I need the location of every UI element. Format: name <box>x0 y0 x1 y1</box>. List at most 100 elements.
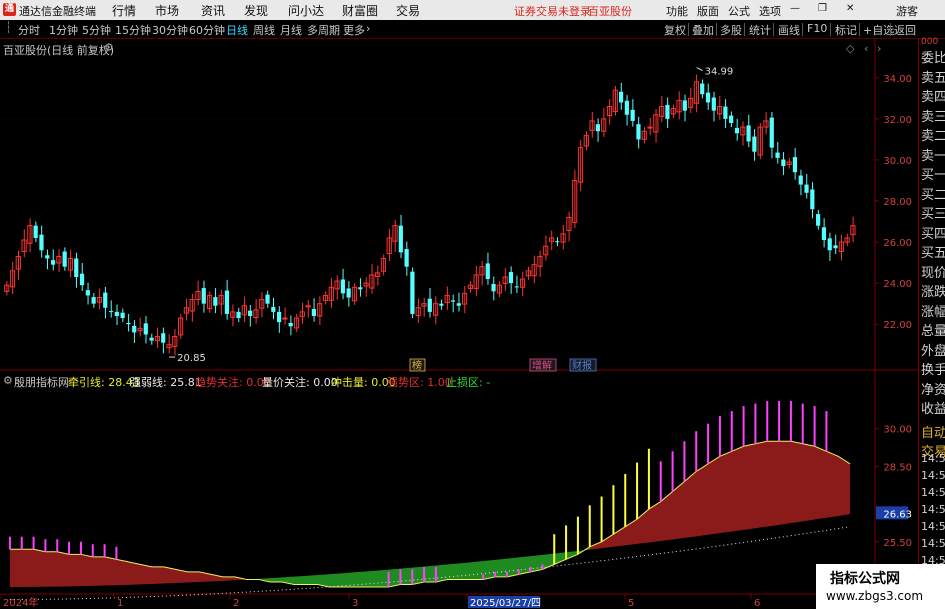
indicator-strong-zone: 强势区: 1.00 <box>387 376 452 389</box>
menu-caifuquan[interactable]: 财富圈 <box>342 2 378 19</box>
quote-label: 换手 <box>921 363 945 378</box>
btn-tongji[interactable]: 统计 <box>749 22 771 38</box>
indicator-tick-label: 25.50 <box>883 538 912 549</box>
candle-body <box>132 325 137 333</box>
candle-body <box>705 92 711 103</box>
date-tick-label: 2 <box>233 598 239 609</box>
candle-body <box>810 189 815 210</box>
candle-body <box>236 311 241 319</box>
candle-body <box>161 333 166 343</box>
divider <box>830 23 831 36</box>
divider <box>802 23 803 36</box>
candle-body <box>711 97 716 111</box>
menu-jiaoyi[interactable]: 交易 <box>396 2 420 19</box>
candle-body <box>114 311 119 316</box>
period-15min[interactable]: 15分钟 <box>115 22 151 38</box>
menu-hangqing[interactable]: 行情 <box>112 2 136 19</box>
candle-body <box>700 83 705 95</box>
candle-body <box>271 306 276 312</box>
app-title: 通达信金融终端 <box>19 5 96 18</box>
tick-time: 14:56 <box>921 520 945 533</box>
btn-diejia[interactable]: 叠加 <box>692 22 714 38</box>
tick-time: 14:56 <box>921 503 945 516</box>
tick-time: 14:56 <box>921 469 945 482</box>
candle-body <box>404 249 409 267</box>
period-monthly[interactable]: 月线 <box>280 22 302 38</box>
btn-duogu[interactable]: 多股 <box>720 22 742 38</box>
indicator-traction: 牵引线: 28.43 <box>68 376 140 389</box>
indicator-name[interactable]: 殷朋指标网 <box>14 374 69 390</box>
period-5min[interactable]: 5分钟 <box>82 22 111 38</box>
period-daily[interactable]: 日线 <box>226 22 248 38</box>
menu-faxian[interactable]: 发现 <box>244 2 268 19</box>
candle-body <box>39 234 44 251</box>
quote-label: 现价 <box>921 265 945 281</box>
chart-canvas[interactable]: 34.99 20.85 34.00 32.00 30.00 28.00 26.00 24.0… <box>0 39 918 609</box>
candle-body <box>120 312 125 319</box>
candle-body <box>734 127 740 134</box>
indicator-strength: 强弱线: 25.81 <box>130 376 202 389</box>
candle-body <box>508 272 514 284</box>
period-multi[interactable]: 多周期 <box>307 22 340 38</box>
period-1min[interactable]: 1分钟 <box>49 22 78 38</box>
btn-gongneng[interactable]: 功能 <box>666 3 688 19</box>
stock-name-link[interactable]: 百亚股份 <box>588 3 632 19</box>
period-weekly[interactable]: 周线 <box>253 22 275 38</box>
menu-zixun[interactable]: 资讯 <box>201 2 225 19</box>
quote-label: 买五 <box>921 246 945 261</box>
menu-handle-icon[interactable]: ┆ <box>5 21 12 34</box>
minimize-icon[interactable]: — <box>790 3 800 14</box>
watermark: 指标公式网 www.zbgs3.com <box>816 564 945 609</box>
candle-body <box>45 255 50 259</box>
candle-body <box>427 298 432 312</box>
candle-body <box>62 251 67 267</box>
quote-label: 卖五 <box>921 70 945 86</box>
divider <box>773 23 774 36</box>
candle-body <box>491 283 496 292</box>
restore-icon[interactable]: ❐ <box>818 3 827 14</box>
btn-gongshi[interactable]: 公式 <box>728 3 750 19</box>
divider <box>859 23 860 36</box>
period-60min[interactable]: 60分钟 <box>189 22 225 38</box>
close-icon[interactable]: ✕ <box>846 3 854 14</box>
high-marker <box>696 67 703 71</box>
divider <box>688 23 689 36</box>
candle-body <box>143 323 148 335</box>
candle-body <box>91 297 96 304</box>
candle-body <box>833 245 838 249</box>
chevron-right-icon[interactable]: › <box>366 22 370 35</box>
quote-label: 外盘 <box>921 343 945 359</box>
period-more[interactable]: 更多 <box>343 22 365 38</box>
candle-body <box>450 300 456 302</box>
btn-fuquan[interactable]: 复权 <box>664 22 686 38</box>
candle-body <box>816 214 821 226</box>
date-tick-label: 5 <box>628 598 634 609</box>
quote-label: 买四 <box>921 226 945 242</box>
btn-guest[interactable]: 游客 <box>896 3 918 19</box>
candle-body <box>103 292 108 308</box>
btn-back[interactable]: 返回 <box>894 22 916 38</box>
candle-body <box>769 117 774 148</box>
login-notice[interactable]: 证券交易未登录 <box>514 3 591 19</box>
quote-label[interactable]: 自动 <box>921 422 945 441</box>
btn-xuanxiang[interactable]: 选项 <box>759 3 781 19</box>
divider <box>890 23 891 36</box>
candle-body <box>555 241 560 243</box>
date-tick-label: 2024年 <box>3 596 38 609</box>
candle-body <box>723 106 728 119</box>
period-fenshi[interactable]: 分时 <box>18 22 40 38</box>
indicator-settings-icon[interactable]: ⚙ <box>3 374 13 387</box>
btn-huaxian[interactable]: 画线 <box>778 22 800 38</box>
candle-body <box>636 124 641 140</box>
btn-banmian[interactable]: 版面 <box>697 3 719 19</box>
period-30min[interactable]: 30分钟 <box>152 22 188 38</box>
tick-time: 14:56 <box>921 452 945 465</box>
menu-wenxiaoda[interactable]: 问小达 <box>288 2 324 19</box>
candle-body <box>85 290 90 296</box>
price-tick-label: 30.00 <box>883 156 912 167</box>
btn-biaoji[interactable]: 标记 <box>835 22 857 38</box>
menu-shichang[interactable]: 市场 <box>155 2 179 19</box>
candle-body <box>729 115 734 123</box>
btn-f10[interactable]: F10 <box>807 22 827 35</box>
low-label: 20.85 <box>177 353 206 364</box>
